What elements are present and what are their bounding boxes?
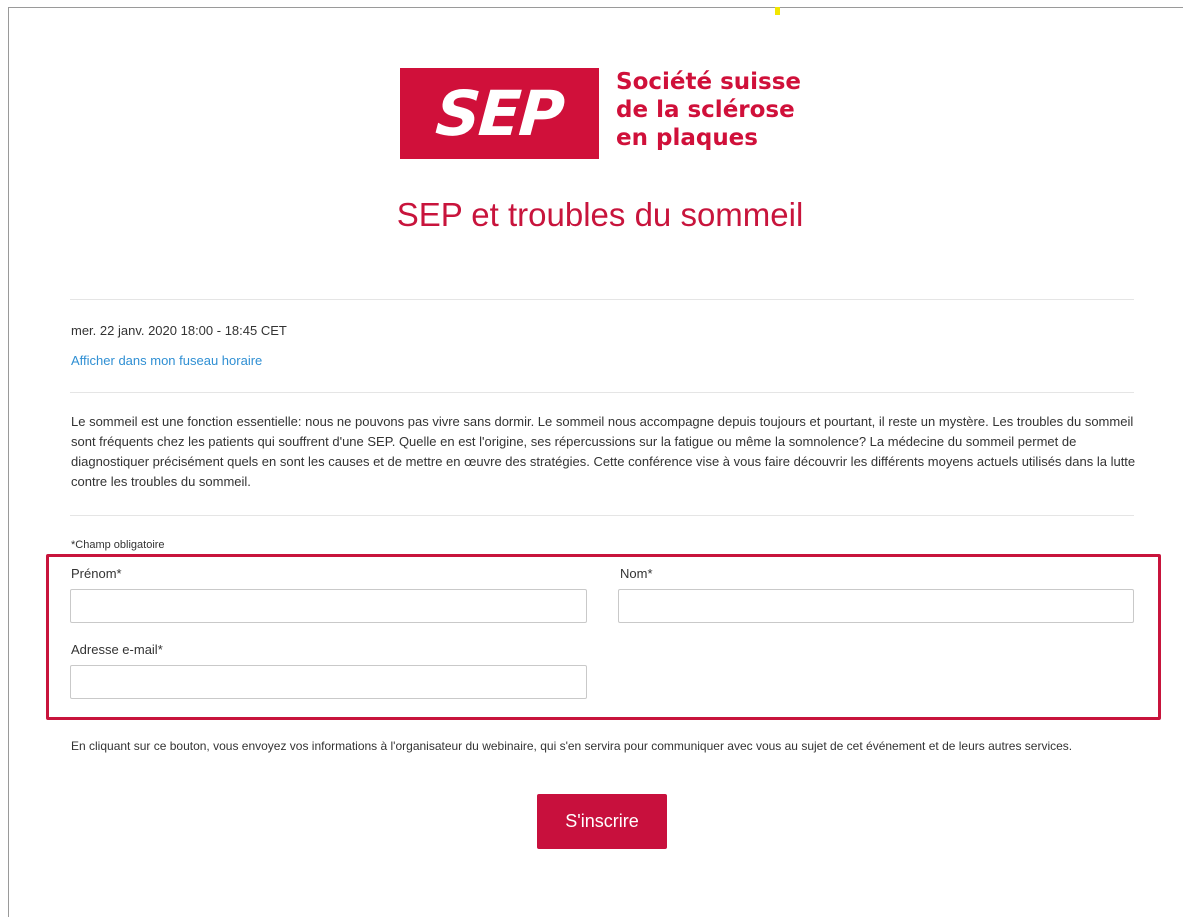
logo-line-2: de la sclérose — [616, 97, 795, 123]
event-description: Le sommeil est une fonction essentielle:… — [71, 414, 1136, 489]
email-input[interactable] — [70, 665, 587, 699]
divider-form — [70, 515, 1134, 516]
event-datetime: mer. 22 janv. 2020 18:00 - 18:45 CET — [71, 323, 287, 338]
consent-text: En cliquant sur ce bouton, vous envoyez … — [71, 739, 1073, 753]
last-name-input[interactable] — [618, 589, 1134, 623]
event-title: SEP et troubles du sommeil — [396, 196, 804, 233]
timezone-link[interactable]: Afficher dans mon fuseau horaire — [71, 353, 262, 368]
logo-mark-text: SEP — [433, 76, 566, 150]
first-name-label: Prénom* — [71, 566, 122, 581]
required-field-note: *Champ obligatoire — [71, 539, 165, 551]
logo-mark: SEP — [400, 68, 599, 159]
divider-top — [70, 299, 1134, 300]
divider-middle — [70, 392, 1134, 393]
email-label: Adresse e-mail* — [71, 642, 163, 657]
yellow-marker — [775, 7, 780, 15]
logo-line-1: Société suisse — [616, 69, 802, 95]
register-button[interactable]: S'inscrire — [537, 794, 667, 849]
organization-logo: SEP Société suisse de la sclérose en pla… — [400, 68, 810, 160]
first-name-input[interactable] — [70, 589, 587, 623]
logo-wordmark: Société suisse de la sclérose en plaques — [616, 68, 801, 152]
logo-line-3: en plaques — [616, 125, 758, 151]
last-name-label: Nom* — [620, 566, 653, 581]
